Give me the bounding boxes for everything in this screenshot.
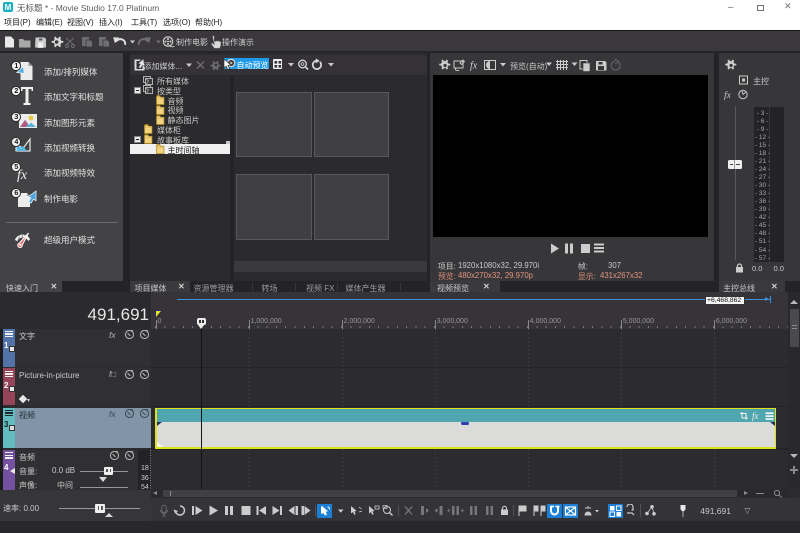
- svg-text:fx: fx: [470, 61, 478, 72]
- svg-text:fx: fx: [724, 90, 732, 101]
- svg-text:fx: fx: [752, 411, 759, 421]
